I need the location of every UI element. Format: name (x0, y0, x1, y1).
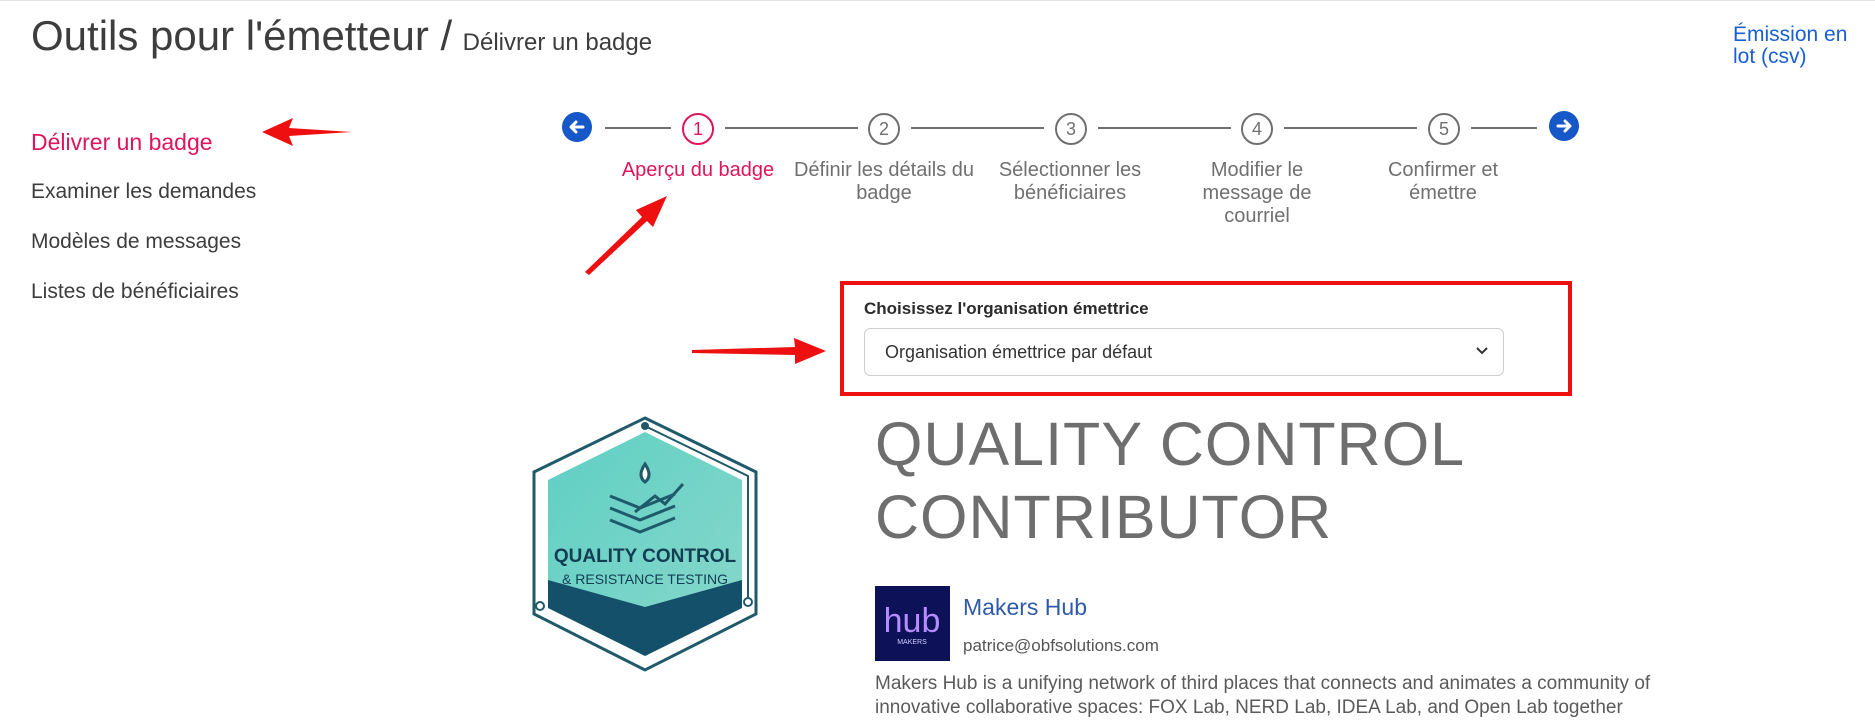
badge-image-text-2: & RESISTANCE TESTING (562, 571, 728, 587)
issuer-description: Makers Hub is a unifying network of thir… (875, 673, 1651, 718)
step-connector (605, 127, 671, 129)
step-4-label[interactable]: Modifier le message de courriel (1192, 159, 1322, 228)
step-4-circle[interactable]: 4 (1241, 113, 1273, 145)
step-3-circle[interactable]: 3 (1055, 113, 1087, 145)
prev-step-button[interactable] (562, 112, 592, 142)
issuer-email: patrice@obfsolutions.com (963, 636, 1159, 655)
arrow-left-icon (569, 120, 585, 134)
chevron-down-icon (1475, 329, 1489, 375)
stepper: 1 2 3 4 5 Aperçu du badge Définir les dé… (0, 0, 1875, 240)
issuer-logo-text: hub (884, 602, 941, 640)
next-step-button[interactable] (1549, 111, 1579, 141)
issuer-logo: hub MAKERS (875, 586, 950, 661)
badge-image: QUALITY CONTROL & RESISTANCE TESTING (532, 416, 758, 672)
issuer-name[interactable]: Makers Hub (963, 594, 1087, 621)
step-3-label[interactable]: Sélectionner les bénéficiaires (970, 159, 1170, 205)
badge-title: QUALITY CONTROL CONTRIBUTOR (875, 408, 1575, 554)
step-1-label[interactable]: Aperçu du badge (598, 159, 798, 182)
badge-title-line-2: CONTRIBUTOR (875, 483, 1333, 551)
issuer-logo-subtext: MAKERS (897, 639, 927, 646)
org-select-label: Choisissez l'organisation émettrice (864, 299, 1149, 318)
step-2-circle[interactable]: 2 (868, 113, 900, 145)
step-connector (911, 127, 1044, 129)
badge-image-text-1: QUALITY CONTROL (554, 546, 737, 567)
step-connector (725, 127, 858, 129)
step-1-circle[interactable]: 1 (682, 113, 714, 145)
org-select-value: Organisation émettrice par défaut (885, 342, 1153, 362)
step-2-label[interactable]: Définir les détails du badge (784, 159, 984, 205)
arrow-right-icon (1556, 119, 1572, 133)
step-connector (1098, 127, 1231, 129)
step-connector (1284, 127, 1417, 129)
step-5-label[interactable]: Confirmer et émettre (1368, 159, 1518, 205)
step-5-circle[interactable]: 5 (1428, 113, 1460, 145)
annotation-arrow-select (692, 338, 826, 364)
step-connector (1471, 127, 1537, 129)
badge-title-line-1: QUALITY CONTROL (875, 410, 1466, 478)
org-select[interactable]: Organisation émettrice par défaut (864, 328, 1504, 376)
